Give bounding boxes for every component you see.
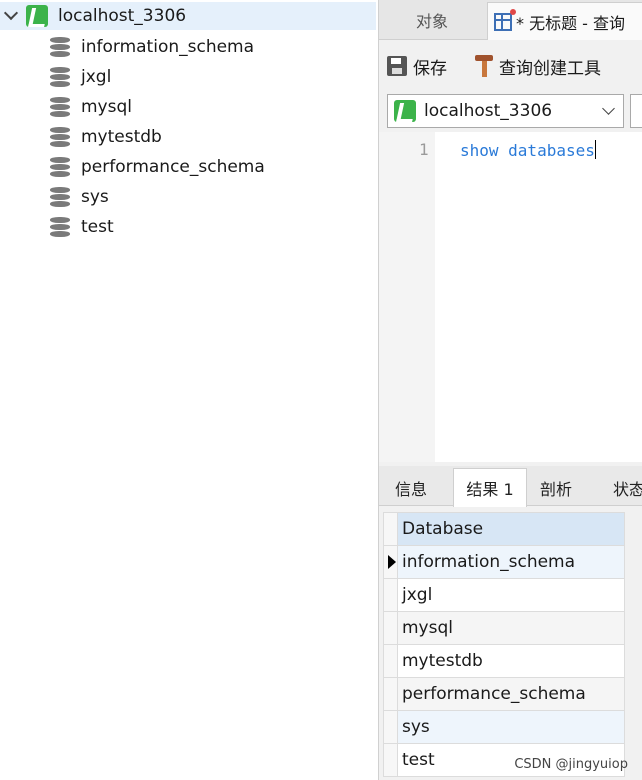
row-marker: [383, 644, 398, 678]
main-tab-bar: 对象 * 无标题 - 查询: [379, 0, 642, 40]
query-toolbar: 保存 查询创建工具: [379, 42, 642, 90]
mysql-connection-icon: [26, 5, 48, 27]
tab-profile[interactable]: 剖析: [529, 470, 583, 506]
result-tab-bar: 信息 结果 1 剖析 状态: [379, 466, 642, 507]
database-label: sys: [81, 187, 109, 207]
table-row[interactable]: performance_schema: [383, 677, 625, 711]
query-builder-label: 查询创建工具: [499, 58, 601, 79]
tab-query[interactable]: * 无标题 - 查询: [487, 2, 642, 40]
table-cell[interactable]: mytestdb: [397, 644, 625, 678]
table-row[interactable]: sys: [383, 710, 625, 744]
table-row[interactable]: mytestdb: [383, 644, 625, 678]
table-cell[interactable]: information_schema: [397, 545, 625, 579]
navicat-window: localhost_3306 information_schema jxgl m…: [0, 0, 642, 780]
save-label: 保存: [413, 58, 447, 79]
tree-database-item[interactable]: mytestdb: [50, 122, 265, 152]
table-row[interactable]: mysql: [383, 611, 625, 645]
line-number: 1: [419, 140, 429, 159]
row-marker: [383, 710, 398, 744]
database-label: information_schema: [81, 37, 255, 57]
table-cell[interactable]: jxgl: [397, 578, 625, 612]
database-icon: [50, 66, 70, 88]
current-row-icon: [388, 555, 396, 569]
table-header-row: Database: [383, 512, 625, 546]
database-icon: [50, 36, 70, 58]
database-label: performance_schema: [81, 157, 265, 177]
sql-code-line[interactable]: show databases: [460, 140, 596, 160]
tree-database-item[interactable]: sys: [50, 182, 265, 212]
query-panel: 对象 * 无标题 - 查询 保存 查询创建工具 localhost_3306 1…: [378, 0, 642, 780]
query-table-icon: [494, 8, 516, 31]
table-cell[interactable]: mysql: [397, 611, 625, 645]
database-icon: [50, 156, 70, 178]
tree-database-item[interactable]: mysql: [50, 92, 265, 122]
row-marker: [383, 677, 398, 711]
database-select[interactable]: [630, 94, 642, 128]
database-icon: [50, 186, 70, 208]
table-cell[interactable]: performance_schema: [397, 677, 625, 711]
tab-query-label: * 无标题 - 查询: [516, 13, 626, 33]
save-button[interactable]: 保存: [387, 54, 447, 79]
connection-label: localhost_3306: [58, 6, 187, 26]
table-cell[interactable]: sys: [397, 710, 625, 744]
tree-database-item[interactable]: test: [50, 212, 265, 242]
tree-database-item[interactable]: information_schema: [50, 32, 265, 62]
mysql-connection-icon: [394, 100, 416, 122]
database-label: jxgl: [81, 67, 112, 87]
connection-select-value: localhost_3306: [424, 101, 553, 121]
sql-editor[interactable]: 1 show databases: [379, 132, 642, 462]
text-caret: [594, 140, 596, 159]
watermark: CSDN @jingyuiop: [514, 757, 628, 772]
save-icon: [387, 56, 407, 76]
database-label: mytestdb: [81, 127, 162, 147]
tab-status[interactable]: 状态: [599, 470, 642, 506]
row-marker: [383, 545, 398, 579]
table-row[interactable]: jxgl: [383, 578, 625, 612]
database-label: test: [81, 217, 114, 237]
database-label: mysql: [81, 97, 132, 117]
tree-connection-row[interactable]: localhost_3306: [0, 2, 376, 30]
result-grid: Database information_schema jxgl mysql m…: [379, 507, 642, 780]
database-list: information_schema jxgl mysql mytestdb p…: [50, 32, 265, 242]
database-icon: [50, 216, 70, 238]
chevron-down-icon[interactable]: [3, 5, 19, 21]
result-table: Database information_schema jxgl mysql m…: [383, 512, 625, 777]
line-gutter: 1: [379, 132, 435, 462]
row-marker: [383, 611, 398, 645]
row-marker: [383, 578, 398, 612]
connection-select[interactable]: localhost_3306: [387, 94, 624, 128]
chevron-down-icon[interactable]: [602, 102, 615, 115]
database-icon: [50, 96, 70, 118]
sql-text: show databases: [460, 141, 595, 160]
database-icon: [50, 126, 70, 148]
row-marker: [383, 743, 398, 777]
tab-result-1[interactable]: 结果 1: [453, 468, 527, 507]
query-builder-button[interactable]: 查询创建工具: [455, 54, 601, 79]
table-row[interactable]: information_schema: [383, 545, 625, 579]
row-marker-header: [383, 512, 398, 546]
tree-database-item[interactable]: performance_schema: [50, 152, 265, 182]
tab-info[interactable]: 信息: [383, 470, 439, 506]
tree-database-item[interactable]: jxgl: [50, 62, 265, 92]
column-header-database[interactable]: Database: [397, 512, 625, 546]
hammer-icon: [475, 55, 493, 77]
tab-objects[interactable]: 对象: [379, 0, 485, 40]
navigator-panel: localhost_3306 information_schema jxgl m…: [0, 0, 376, 780]
